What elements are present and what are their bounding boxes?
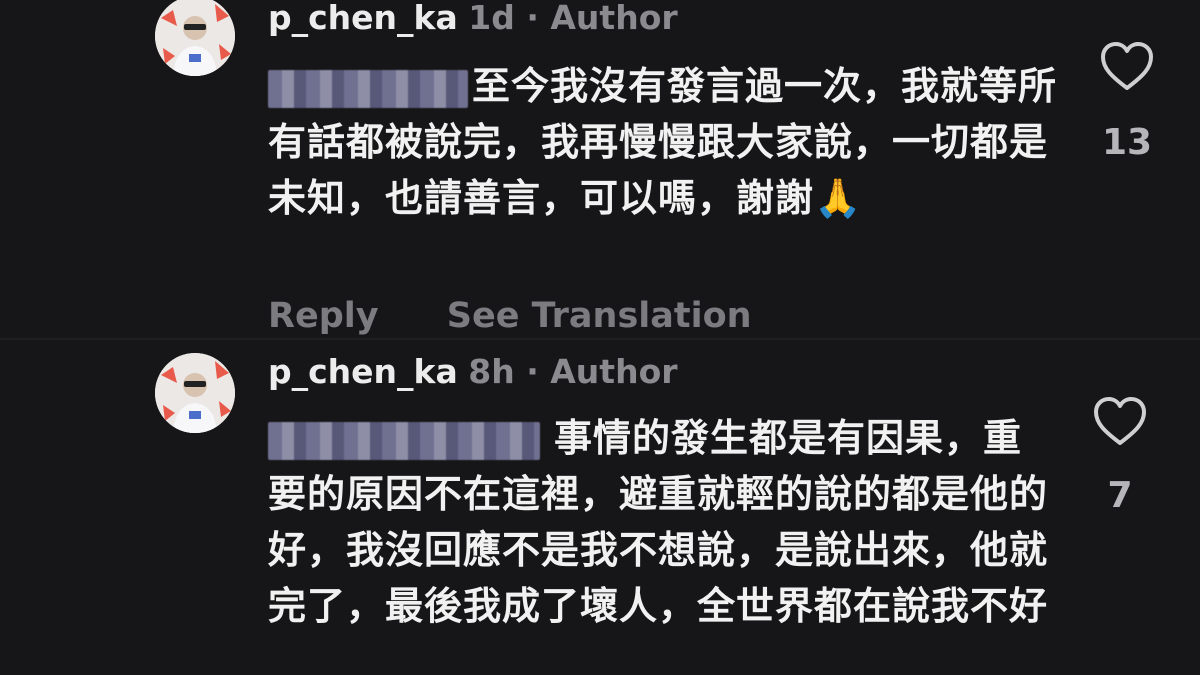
blurred-mention [268, 69, 468, 108]
reply-button[interactable]: Reply [268, 296, 379, 336]
like-count: 13 [1101, 122, 1153, 163]
like-control: 7 [1085, 395, 1155, 516]
like-control: 13 [1092, 40, 1162, 163]
avatar-image [155, 353, 235, 433]
comment-username[interactable]: p_chen_ka [268, 352, 458, 391]
user-avatar[interactable] [155, 0, 235, 76]
comment-text: 至今我沒有發言過一次，我就等所有話都被說完，我再慢慢跟大家說，一切都是未知，也請… [268, 58, 1058, 226]
see-translation-button[interactable]: See Translation [447, 296, 752, 336]
comment-divider [0, 338, 1200, 340]
user-avatar[interactable] [155, 353, 235, 433]
blurred-mention [268, 421, 540, 460]
comment-time: 1d [468, 0, 515, 37]
comment-time: 8h [468, 352, 515, 391]
heart-outline-icon[interactable] [1085, 395, 1155, 447]
avatar-image [155, 0, 235, 76]
comments-page: p_chen_ka 1d · Author 至今我沒有發言過一次，我就等所有話都… [0, 0, 1200, 675]
comment-header: p_chen_ka 1d · Author [268, 0, 678, 38]
comment-text: 事情的發生都是有因果，重要的原因不在這裡，避重就輕的說的都是他的好，我沒回應不是… [268, 410, 1058, 634]
meta-separator: · [514, 352, 551, 391]
comment-username[interactable]: p_chen_ka [268, 0, 458, 37]
author-badge: Author [550, 352, 678, 391]
like-count: 7 [1107, 475, 1133, 516]
meta-separator: · [514, 0, 551, 37]
author-badge: Author [550, 0, 678, 37]
comment-actions: Reply See Translation [268, 296, 808, 336]
heart-outline-icon[interactable] [1092, 40, 1162, 92]
comment-header: p_chen_ka 8h · Author [268, 352, 678, 392]
